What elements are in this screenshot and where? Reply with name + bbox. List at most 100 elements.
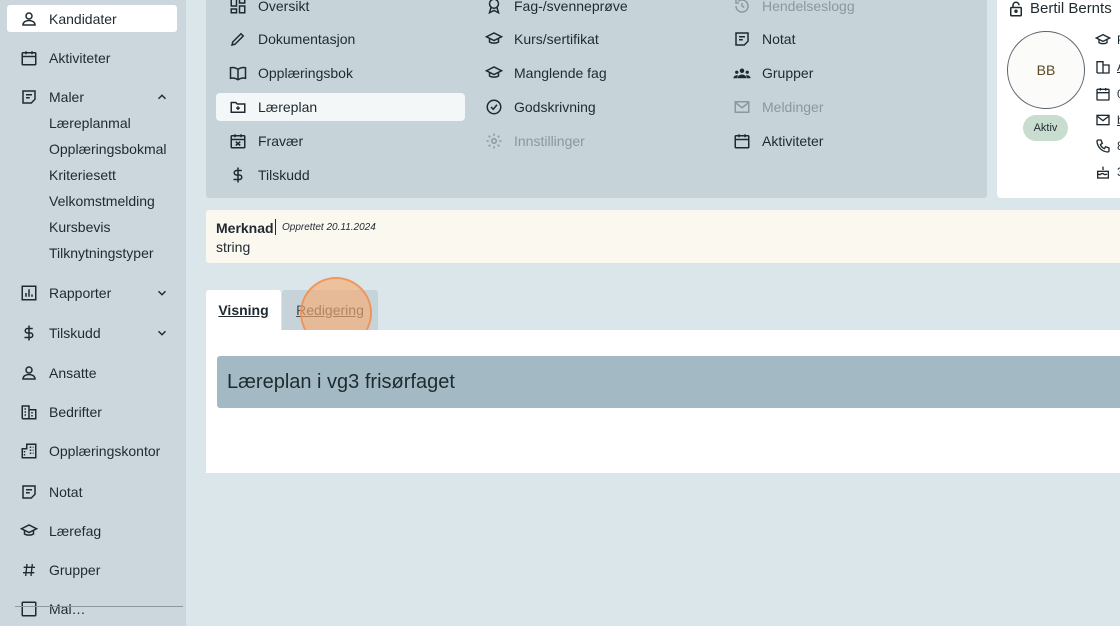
sidebar-item-label: Grupper: [49, 562, 101, 578]
note-icon: [732, 29, 752, 49]
note-body: string: [216, 239, 251, 255]
curriculum-content: Læreplan i vg3 frisørfaget: [206, 330, 1120, 473]
sidebar-divider: [15, 606, 183, 607]
menu-item-laereplan[interactable]: Læreplan: [216, 93, 465, 121]
menu-item-label: Manglende fag: [514, 65, 607, 81]
chevron-down-icon: [155, 286, 169, 300]
sidebar-item-label: Lærefag: [49, 523, 102, 539]
menu-item-notat[interactable]: Notat: [720, 25, 970, 53]
sidebar-item-label: Aktiviteter: [49, 50, 111, 66]
menu-item-label: Opplæringsbok: [258, 65, 353, 81]
menu-item-dokumentasjon[interactable]: Dokumentasjon: [216, 25, 466, 53]
menu-item-label: Kurs/sertifikat: [514, 31, 599, 47]
book-open-icon: [228, 63, 248, 83]
note-banner: Merknad Opprettet 20.11.2024 string: [206, 210, 1120, 263]
candidate-name: Bertil Bernts: [1030, 0, 1112, 17]
gear-icon: [484, 131, 504, 151]
menu-item-label: Notat: [762, 31, 796, 47]
person-icon: [19, 363, 39, 383]
menu-item-kurs-sertifikat[interactable]: Kurs/sertifikat: [472, 25, 722, 53]
sidebar-item-ansatte[interactable]: Ansatte: [7, 361, 177, 385]
chevron-down-icon: [155, 326, 169, 340]
avatar-initials: BB: [1036, 62, 1056, 78]
menu-item-fag-svenneprove[interactable]: Fag-/svenneprøve: [472, 0, 722, 20]
sidebar-item-mal[interactable]: Mal…: [7, 600, 177, 618]
tab-visning[interactable]: Visning: [206, 290, 281, 330]
chevron-up-icon: [155, 90, 169, 104]
note-separator: [275, 219, 276, 235]
note-title: Merknad: [216, 220, 274, 236]
sidebar-item-rapporter[interactable]: Rapporter: [7, 281, 177, 305]
sidebar-item-label: Bedrifter: [49, 404, 102, 420]
sidebar-item-opplaeringskontor[interactable]: Opplæringskontor: [7, 439, 177, 463]
building-icon: [1095, 59, 1111, 75]
sidebar-subitem-kriteriesett[interactable]: Kriteriesett: [49, 167, 116, 183]
curriculum-title: Læreplan i vg3 frisørfaget: [227, 370, 455, 393]
menu-item-grupper[interactable]: Grupper: [720, 59, 970, 87]
candidate-menu-panel: Oversikt Dokumentasjon Opplæringsbok Lær…: [206, 0, 987, 198]
person-icon: [19, 9, 39, 29]
dollar-icon: [19, 323, 39, 343]
menu-item-hendelseslogg[interactable]: Hendelseslogg: [720, 0, 970, 20]
menu-item-manglende-fag[interactable]: Manglende fag: [472, 59, 722, 87]
sidebar-subitem-laereplanmal[interactable]: Læreplanmal: [49, 115, 131, 131]
dollar-icon: [228, 165, 248, 185]
cake-icon: [1095, 164, 1111, 180]
sidebar-item-aktiviteter[interactable]: Aktiviteter: [7, 46, 177, 70]
history-icon: [732, 0, 752, 16]
menu-item-label: Oversikt: [258, 0, 310, 14]
apartment-icon: [19, 441, 39, 461]
menu-item-innstillinger[interactable]: Innstillinger: [472, 127, 722, 155]
status-badge: Aktiv: [1023, 115, 1068, 141]
sidebar-subitem-tilknytningstyper[interactable]: Tilknytningstyper: [49, 245, 154, 261]
menu-item-fravaer[interactable]: Fravær: [216, 127, 466, 155]
calendar-icon: [19, 48, 39, 68]
menu-item-meldinger[interactable]: Meldinger: [720, 93, 970, 121]
note-created-date: Opprettet 20.11.2024: [282, 222, 376, 233]
sidebar-subitem-kursbevis[interactable]: Kursbevis: [49, 219, 110, 235]
menu-item-godskrivning[interactable]: Godskrivning: [472, 93, 722, 121]
sidebar-item-bedrifter[interactable]: Bedrifter: [7, 400, 177, 424]
menu-item-tilskudd[interactable]: Tilskudd: [216, 161, 466, 189]
sidebar-item-label: Rapporter: [49, 285, 112, 301]
school-icon: [484, 29, 504, 49]
mail-icon: [1095, 112, 1111, 128]
calendar-icon: [1095, 86, 1111, 102]
curriculum-header: Læreplan i vg3 frisørfaget: [217, 356, 1120, 408]
school-icon: [19, 521, 39, 541]
sidebar-item-tilskudd[interactable]: Tilskudd: [7, 321, 177, 345]
sidebar-item-maler[interactable]: Maler: [7, 85, 177, 109]
pencil-icon: [228, 29, 248, 49]
sidebar-item-kandidater[interactable]: Kandidater: [7, 5, 177, 32]
dashboard-icon: [228, 0, 248, 16]
menu-item-label: Fravær: [258, 133, 304, 149]
bar-chart-icon: [19, 283, 39, 303]
calendar-x-icon: [228, 131, 248, 151]
sidebar-item-grupper[interactable]: Grupper: [7, 558, 177, 582]
menu-item-oversikt[interactable]: Oversikt: [216, 0, 466, 20]
groups-icon: [732, 63, 752, 83]
menu-item-label: Hendelseslogg: [762, 0, 855, 14]
menu-item-label: Aktiviteter: [762, 133, 824, 149]
sidebar-item-label: Notat: [49, 484, 83, 500]
sidebar-item-laerefag[interactable]: Lærefag: [7, 519, 177, 543]
sidebar-subitem-opplaeringsbokmal[interactable]: Opplæringsbokmal: [49, 141, 167, 157]
menu-item-label: Meldinger: [762, 99, 824, 115]
hashtag-icon: [19, 560, 39, 580]
lock-open-icon: [1007, 0, 1025, 18]
sidebar-item-label: Kandidater: [49, 10, 117, 27]
sidebar-item-label: Ansatte: [49, 365, 97, 381]
sidebar-subitem-velkomstmelding[interactable]: Velkomstmelding: [49, 193, 155, 209]
school-icon: [1095, 32, 1111, 48]
sidebar-item-label: Mal…: [49, 601, 86, 617]
menu-item-label: Læreplan: [258, 99, 318, 115]
menu-item-label: Grupper: [762, 65, 814, 81]
avatar: BB: [1007, 31, 1085, 109]
note-icon: [19, 87, 39, 107]
status-label: Aktiv: [1033, 122, 1058, 134]
menu-item-opplaeringsbok[interactable]: Opplæringsbok: [216, 59, 466, 87]
menu-item-label: Innstillinger: [514, 133, 585, 149]
calendar-icon: [732, 131, 752, 151]
sidebar-item-notat[interactable]: Notat: [7, 480, 177, 504]
menu-item-aktiviteter[interactable]: Aktiviteter: [720, 127, 970, 155]
